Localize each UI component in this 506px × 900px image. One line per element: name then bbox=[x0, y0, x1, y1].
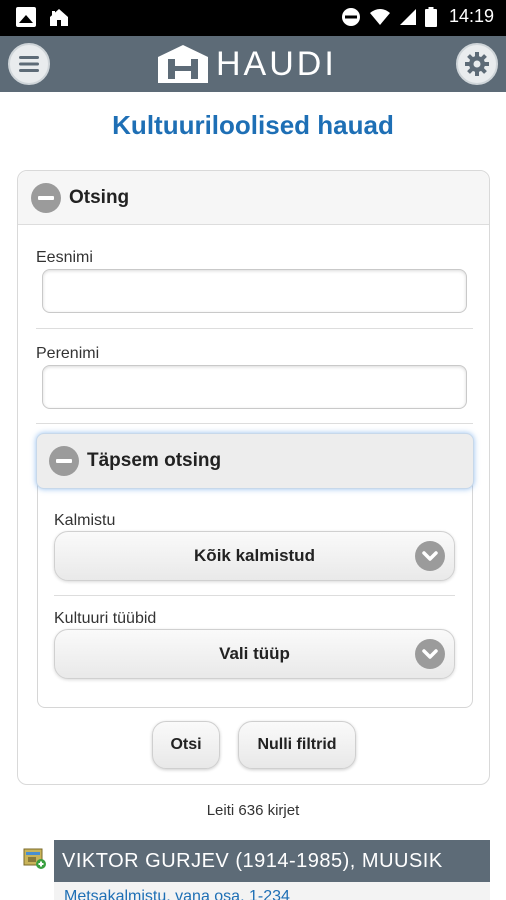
app-logo: HAUDI bbox=[156, 42, 337, 86]
culture-type-select[interactable]: Vali tüüp bbox=[54, 629, 455, 679]
advanced-search-panel: Täpsem otsing Kalmistu Kõik kalmistud Ku… bbox=[36, 433, 474, 708]
field-divider bbox=[54, 595, 455, 596]
last-name-label: Perenimi bbox=[36, 345, 100, 362]
result-item: Metsakalmistu, vana osa, 1-234 bbox=[54, 882, 490, 900]
signal-icon bbox=[399, 8, 416, 25]
grave-location-icon[interactable] bbox=[23, 846, 47, 870]
chevron-down-icon bbox=[415, 639, 445, 669]
search-panel: Otsing Eesnimi Perenimi Täpsem otsing Ka… bbox=[17, 170, 490, 785]
first-name-label: Eesnimi bbox=[36, 249, 93, 266]
app-screen: 14:19 HAUDI Kultuuriloolised hauad Otsin… bbox=[0, 0, 506, 900]
result-title[interactable]: VIKTOR GURJEV (1914-1985), MUUSIK bbox=[54, 840, 490, 882]
haudi-logo-icon bbox=[158, 45, 208, 83]
collapse-minus-icon bbox=[31, 183, 61, 213]
last-name-input[interactable] bbox=[42, 365, 467, 409]
gallery-notification-icon bbox=[16, 7, 36, 27]
chevron-down-icon bbox=[415, 541, 445, 571]
menu-button[interactable] bbox=[8, 43, 50, 85]
advanced-search-header[interactable]: Täpsem otsing bbox=[36, 433, 474, 489]
cemetery-select[interactable]: Kõik kalmistud bbox=[54, 531, 455, 581]
gear-icon bbox=[465, 52, 489, 76]
page-title: Kultuuriloolised hauad bbox=[112, 110, 394, 140]
menu-icon bbox=[19, 56, 39, 72]
status-time: 14:19 bbox=[448, 6, 494, 26]
dnd-icon bbox=[341, 7, 360, 26]
culture-type-selected-value: Vali tüüp bbox=[219, 644, 290, 663]
app-logo-text: HAUDI bbox=[216, 44, 337, 83]
cemetery-label: Kalmistu bbox=[54, 512, 116, 529]
search-button[interactable]: Otsi bbox=[152, 721, 220, 769]
search-header-label: Otsing bbox=[69, 187, 130, 208]
search-collapsible-header[interactable]: Otsing bbox=[18, 171, 489, 225]
culture-type-label: Kultuuri tüübid bbox=[54, 610, 157, 627]
battery-icon bbox=[424, 6, 437, 27]
cemetery-selected-value: Kõik kalmistud bbox=[194, 546, 315, 565]
first-name-input[interactable] bbox=[42, 269, 467, 313]
reset-filters-button[interactable]: Nulli filtrid bbox=[238, 721, 356, 769]
result-location-link[interactable]: Metsakalmistu, vana osa, 1-234 bbox=[64, 888, 290, 900]
wifi-icon bbox=[369, 8, 390, 25]
status-bar: 14:19 bbox=[0, 0, 506, 36]
field-divider bbox=[36, 328, 473, 329]
settings-button[interactable] bbox=[456, 43, 498, 85]
app-bar: HAUDI bbox=[0, 36, 506, 92]
collapse-minus-icon bbox=[49, 446, 79, 476]
results-count: Leiti 636 kirjet bbox=[206, 802, 300, 819]
home-notification-icon bbox=[48, 7, 68, 27]
advanced-search-label: Täpsem otsing bbox=[87, 450, 222, 471]
field-divider bbox=[36, 423, 473, 424]
